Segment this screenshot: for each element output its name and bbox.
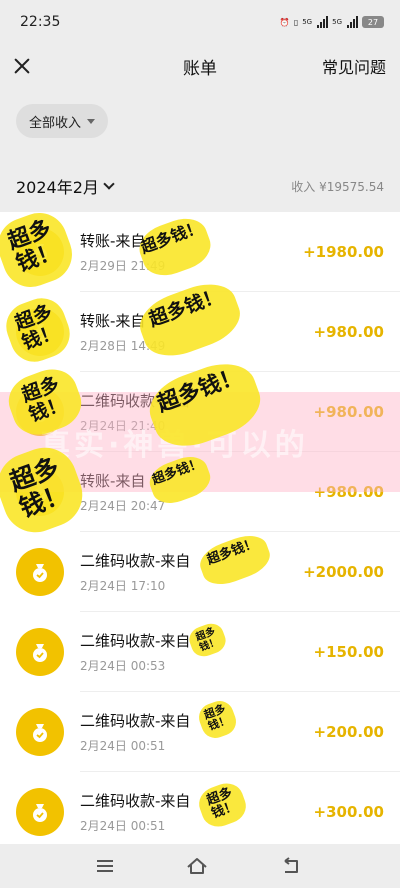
faq-button[interactable]: 常见问题	[322, 54, 386, 78]
transaction-info: 二维码收款-来自 2月24日 00:51 +200.00	[80, 692, 400, 772]
transaction-item[interactable]: 二维码收款-来自 2月24日 17:10 +2000.00	[0, 532, 400, 612]
transaction-amount: +980.00	[313, 322, 384, 341]
transaction-title: 二维码收款-来自	[80, 631, 191, 650]
transaction-title: 二维码收款-来自	[80, 391, 191, 410]
transaction-item[interactable]: 转账-来自 2月28日 14:49 +980.00	[0, 292, 400, 372]
transaction-amount: +1980.00	[303, 242, 384, 261]
transaction-amount: +980.00	[313, 482, 384, 501]
transaction-info: 二维码收款-来自 2月24日 17:10 +2000.00	[80, 532, 400, 612]
status-time: 22:35	[20, 14, 61, 30]
transaction-time: 2月24日 17:10	[80, 578, 166, 593]
signal-icon	[317, 16, 329, 28]
month-picker[interactable]: 2024年2月	[16, 174, 115, 198]
chevron-down-icon	[103, 178, 115, 190]
transaction-title: 转账-来自	[80, 311, 146, 330]
menu-icon[interactable]	[96, 860, 113, 872]
transaction-time: 2月24日 20:47	[80, 498, 166, 513]
income-filter-dropdown[interactable]: 全部收入	[16, 104, 109, 138]
transaction-item[interactable]: 二维码收款-来自 2月24日 00:51 +200.00	[0, 692, 400, 772]
money-bag-icon	[16, 308, 64, 356]
status-bar: 22:35 ⏰ ▯ 5G 5G 27	[0, 0, 400, 44]
money-bag-icon	[16, 228, 64, 276]
transaction-time: 2月24日 00:51	[80, 738, 166, 753]
transaction-item[interactable]: 转账-来自 2月29日 21:49 +1980.00	[0, 212, 400, 292]
transaction-item[interactable]: 二维码收款-来自 2月24日 21:40 +980.00	[0, 372, 400, 452]
transaction-title: 转账-来自	[80, 231, 146, 250]
transaction-list: 转账-来自 2月29日 21:49 +1980.00 转账-来自 2月28日 14:49…	[0, 212, 400, 852]
battery-icon: 27	[362, 16, 384, 28]
transaction-amount: +200.00	[313, 722, 384, 741]
system-nav-bar	[0, 844, 400, 888]
transaction-time: 2月24日 00:53	[80, 658, 166, 673]
money-bag-icon	[16, 468, 64, 516]
transaction-amount: +2000.00	[303, 562, 384, 581]
transaction-item[interactable]: 转账-来自 2月24日 20:47 +980.00	[0, 452, 400, 532]
transaction-title: 二维码收款-来自	[80, 711, 191, 730]
filter-row: 全部收入	[0, 88, 400, 160]
transaction-info: 转账-来自 2月24日 20:47 +980.00	[80, 452, 400, 532]
money-bag-icon	[16, 548, 64, 596]
alarm-icon: ⏰	[279, 17, 290, 27]
transaction-title: 二维码收款-来自	[80, 792, 191, 810]
transaction-amount: +980.00	[313, 402, 384, 421]
network-label-2: 5G	[332, 18, 342, 26]
transaction-time: 2月29日 21:49	[80, 258, 166, 273]
transaction-info: 转账-来自 2月29日 21:49 +1980.00	[80, 212, 400, 292]
filter-label: 全部收入	[29, 115, 82, 131]
month-row: 2024年2月 收入 ¥19575.54	[0, 160, 400, 212]
transaction-time: 2月28日 14:49	[80, 338, 166, 353]
month-total: 收入 ¥19575.54	[291, 179, 384, 194]
transaction-info: 二维码收款-来自 2月24日 21:40 +980.00	[80, 372, 400, 452]
transaction-title: 二维码收款-来自	[80, 551, 191, 570]
transaction-info: 转账-来自 2月28日 14:49 +980.00	[80, 292, 400, 372]
money-bag-icon	[16, 788, 64, 836]
back-icon[interactable]	[281, 857, 303, 875]
transaction-title: 转账-来自	[80, 471, 146, 490]
money-bag-icon	[16, 628, 64, 676]
vibrate-icon: ▯	[293, 17, 299, 27]
status-icons: ⏰ ▯ 5G 5G 27	[280, 16, 384, 28]
close-icon[interactable]	[12, 56, 32, 76]
transaction-info: 二维码收款-来自 2月24日 00:51 +300.00	[80, 772, 400, 852]
transaction-amount: +150.00	[313, 642, 384, 661]
transaction-item[interactable]: 二维码收款-来自 2月24日 00:51 +300.00	[0, 772, 400, 852]
signal-icon	[347, 16, 358, 28]
money-bag-icon	[16, 708, 64, 756]
network-label-1: 5G	[302, 18, 313, 26]
transaction-item[interactable]: 二维码收款-来自 2月24日 00:53 +150.00	[0, 612, 400, 692]
month-label: 2024年2月	[16, 178, 99, 197]
transaction-time: 2月24日 00:51	[80, 819, 166, 833]
caret-down-icon	[87, 118, 96, 124]
money-bag-icon	[16, 388, 64, 436]
nav-bar: 账单 常见问题	[0, 44, 400, 88]
transaction-info: 二维码收款-来自 2月24日 00:53 +150.00	[80, 612, 400, 692]
home-icon[interactable]	[186, 857, 208, 875]
transaction-amount: +300.00	[313, 803, 384, 821]
transaction-time: 2月24日 21:40	[80, 418, 166, 433]
